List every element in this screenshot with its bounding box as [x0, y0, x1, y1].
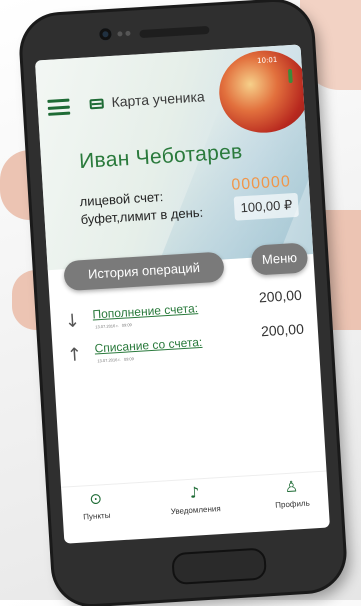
location-pin-icon: ⊙ — [88, 489, 103, 509]
bell-icon: ♪ — [189, 483, 200, 502]
account-value: 000000 — [230, 173, 292, 194]
app-screen: 10:01 Карта ученика Иван Чеботарев лицев… — [34, 44, 330, 544]
sensor-dot — [125, 30, 131, 37]
bottom-navigation: ⊙ Пункты ♪ Уведомления ♙ Профиль — [60, 470, 330, 544]
phone-mockup: 10:01 Карта ученика Иван Чеботарев лицев… — [0, 0, 361, 606]
credit-card-icon — [89, 98, 104, 110]
transaction-amount: 200,00 — [260, 320, 305, 340]
transaction-date: 13.07.2016 г. 09:09 — [95, 322, 132, 330]
transaction-amount: 200,00 — [258, 286, 303, 306]
sensor-dot — [117, 31, 123, 37]
arrow-down-icon: ↓ — [64, 310, 81, 333]
arrow-up-icon: ↑ — [66, 344, 83, 367]
home-button[interactable] — [171, 547, 268, 586]
nav-item-points[interactable]: ⊙ Пункты — [55, 487, 137, 523]
speaker-grille — [139, 25, 210, 39]
limit-box: 100,00 ₽ — [233, 192, 299, 221]
nav-item-notifications[interactable]: ♪ Уведомления — [154, 481, 236, 517]
transaction-title: Пополнение счета: — [92, 301, 199, 322]
phone-body: 10:01 Карта ученика Иван Чеботарев лицев… — [20, 0, 346, 606]
camera-icon — [99, 27, 112, 41]
menu-button[interactable]: Меню — [250, 242, 309, 276]
nav-item-profile[interactable]: ♙ Профиль — [251, 475, 330, 511]
hamburger-menu-icon[interactable] — [47, 98, 71, 116]
transaction-date: 13.07.2016 г. 09:09 — [97, 356, 135, 364]
apple-leaf — [287, 68, 293, 84]
status-time: 10:01 — [256, 55, 278, 66]
user-icon: ♙ — [284, 477, 299, 497]
limit-value: 100,00 ₽ — [240, 197, 293, 216]
